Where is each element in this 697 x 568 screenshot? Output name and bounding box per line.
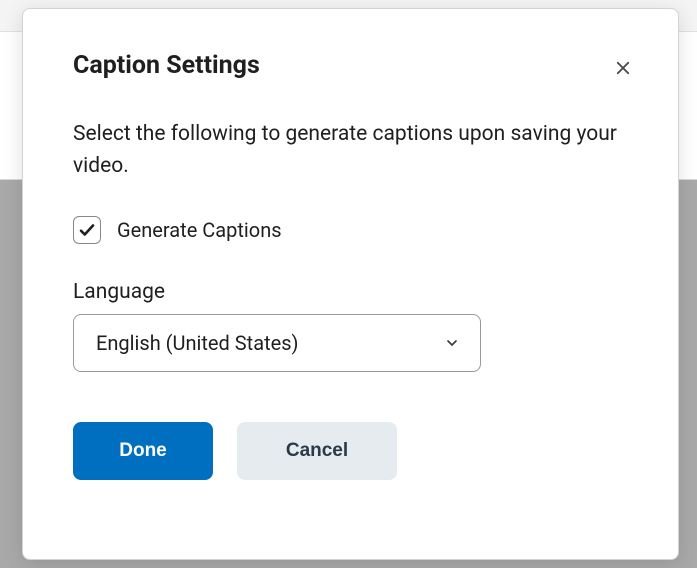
language-select[interactable]: English (United States) bbox=[73, 314, 481, 372]
close-button[interactable] bbox=[610, 55, 636, 81]
cancel-button[interactable]: Cancel bbox=[237, 422, 397, 480]
chevron-down-icon bbox=[444, 335, 460, 351]
dialog-button-row: Done Cancel bbox=[73, 422, 636, 480]
dialog-title: Caption Settings bbox=[73, 51, 260, 80]
checkmark-icon bbox=[78, 221, 96, 239]
language-label: Language bbox=[73, 280, 636, 304]
generate-captions-checkbox[interactable] bbox=[73, 216, 101, 244]
done-button[interactable]: Done bbox=[73, 422, 213, 480]
generate-captions-label: Generate Captions bbox=[117, 218, 282, 242]
dialog-description: Select the following to generate caption… bbox=[73, 119, 636, 182]
dialog-header: Caption Settings bbox=[73, 51, 636, 81]
close-icon bbox=[614, 59, 632, 77]
generate-captions-row: Generate Captions bbox=[73, 216, 636, 244]
caption-settings-dialog: Caption Settings Select the following to… bbox=[22, 8, 679, 560]
language-select-value: English (United States) bbox=[96, 331, 299, 355]
